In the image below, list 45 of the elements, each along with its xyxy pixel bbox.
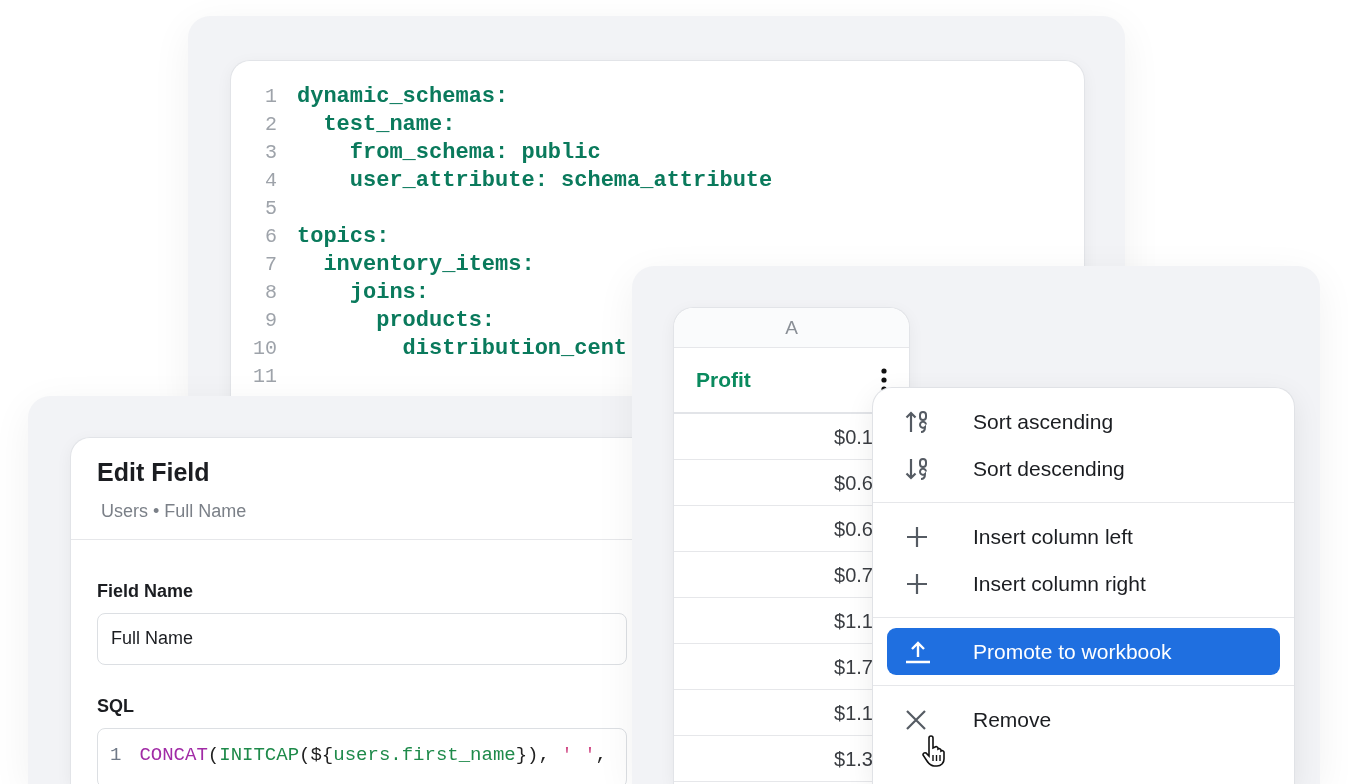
dialog-title: Edit Field bbox=[97, 457, 211, 488]
code-line: CONCAT(INITCAP(${users.first_name}), ' ', bbox=[139, 742, 607, 768]
field-label: Field Name bbox=[97, 580, 194, 601]
menu-item[interactable]: Insert column right bbox=[887, 560, 1280, 607]
menu-item[interactable]: Insert column left bbox=[887, 513, 1280, 560]
code-line: test_name: bbox=[322, 111, 456, 139]
hand-cursor-icon bbox=[921, 735, 947, 767]
table-cell-text: $0.6 bbox=[834, 516, 873, 542]
line-number: 5 bbox=[264, 196, 278, 222]
code-line: dynamic_schemas: bbox=[297, 83, 509, 111]
line-number: 1 bbox=[264, 84, 278, 110]
table-cell-text: $0.6 bbox=[834, 470, 873, 496]
field-label: SQL bbox=[97, 695, 134, 716]
line-number: 2 bbox=[264, 112, 278, 138]
line-number: 10 bbox=[252, 336, 278, 362]
code-line: user_attribute: schema_attribute bbox=[348, 167, 773, 195]
line-number: 11 bbox=[252, 364, 278, 390]
code-line: inventory_items: bbox=[322, 251, 535, 279]
code-line: topics: bbox=[297, 223, 390, 251]
table-cell-text: $1.1 bbox=[834, 700, 873, 726]
column-header: Profit bbox=[696, 367, 751, 394]
code-line: joins: bbox=[348, 279, 430, 307]
code-line: from_schema: public bbox=[348, 139, 601, 167]
table-cell-text: $1.3 bbox=[834, 746, 873, 772]
table-cell-text: $1.1 bbox=[834, 608, 873, 634]
code-line: distribution_cent bbox=[401, 335, 628, 363]
line-number: 7 bbox=[264, 252, 278, 278]
line-number: 4 bbox=[264, 168, 278, 194]
breadcrumb: Users • Full Name bbox=[101, 500, 247, 521]
menu-item[interactable]: Sort descending bbox=[887, 445, 1280, 492]
table-cell-text: $0.7 bbox=[834, 562, 873, 588]
table-cell-text: $1.7 bbox=[834, 654, 873, 680]
line-number: 1 bbox=[110, 742, 122, 768]
code-line: products: bbox=[375, 307, 496, 335]
more-options-icon[interactable] bbox=[881, 368, 887, 392]
menu-item[interactable]: Remove bbox=[887, 696, 1280, 743]
line-number: 8 bbox=[264, 280, 278, 306]
line-number: 9 bbox=[264, 308, 278, 334]
input-field[interactable]: Full Name bbox=[97, 612, 627, 665]
line-number: 3 bbox=[264, 140, 278, 166]
table-cell-text: $0.1 bbox=[834, 424, 873, 450]
line-number: 6 bbox=[264, 224, 278, 250]
column-letter: A bbox=[785, 317, 798, 338]
menu-item[interactable]: Promote to workbook bbox=[887, 628, 1280, 675]
menu-item[interactable]: Sort ascending bbox=[887, 398, 1280, 445]
